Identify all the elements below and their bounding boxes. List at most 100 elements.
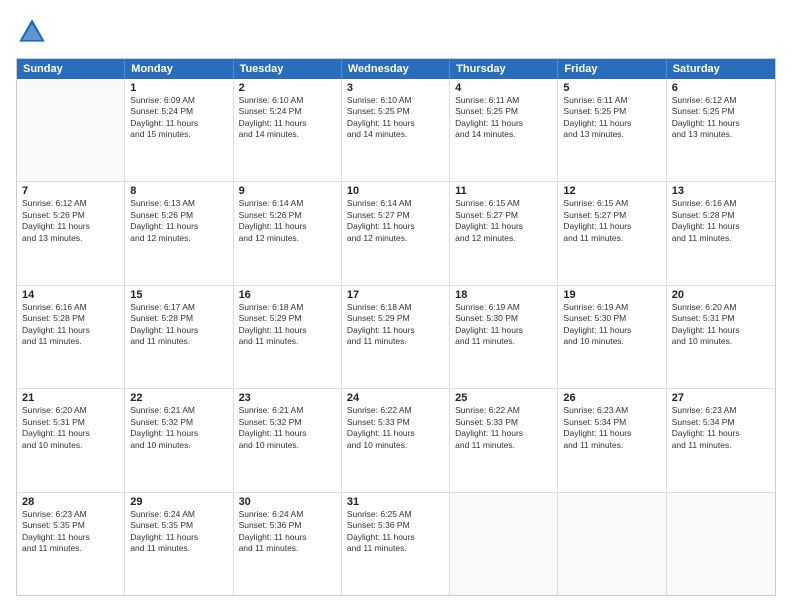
calendar-cell: 20Sunrise: 6:20 AMSunset: 5:31 PMDayligh…	[667, 286, 775, 388]
calendar-cell: 17Sunrise: 6:18 AMSunset: 5:29 PMDayligh…	[342, 286, 450, 388]
day-header-sunday: Sunday	[17, 59, 125, 79]
day-number: 16	[239, 289, 336, 301]
calendar-cell: 28Sunrise: 6:23 AMSunset: 5:35 PMDayligh…	[17, 493, 125, 595]
calendar-cell: 25Sunrise: 6:22 AMSunset: 5:33 PMDayligh…	[450, 389, 558, 491]
day-number: 8	[130, 185, 227, 197]
day-info: Sunrise: 6:14 AMSunset: 5:26 PMDaylight:…	[239, 198, 336, 244]
day-number: 14	[22, 289, 119, 301]
day-number: 26	[563, 392, 660, 404]
calendar-cell: 2Sunrise: 6:10 AMSunset: 5:24 PMDaylight…	[234, 79, 342, 181]
day-info: Sunrise: 6:19 AMSunset: 5:30 PMDaylight:…	[455, 302, 552, 348]
day-info: Sunrise: 6:23 AMSunset: 5:35 PMDaylight:…	[22, 509, 119, 555]
day-number: 31	[347, 496, 444, 508]
day-info: Sunrise: 6:21 AMSunset: 5:32 PMDaylight:…	[130, 405, 227, 451]
day-info: Sunrise: 6:14 AMSunset: 5:27 PMDaylight:…	[347, 198, 444, 244]
day-info: Sunrise: 6:16 AMSunset: 5:28 PMDaylight:…	[672, 198, 770, 244]
day-number: 3	[347, 82, 444, 94]
day-number: 19	[563, 289, 660, 301]
day-info: Sunrise: 6:25 AMSunset: 5:36 PMDaylight:…	[347, 509, 444, 555]
day-number: 23	[239, 392, 336, 404]
day-info: Sunrise: 6:20 AMSunset: 5:31 PMDaylight:…	[672, 302, 770, 348]
day-info: Sunrise: 6:18 AMSunset: 5:29 PMDaylight:…	[347, 302, 444, 348]
day-info: Sunrise: 6:19 AMSunset: 5:30 PMDaylight:…	[563, 302, 660, 348]
calendar-cell: 1Sunrise: 6:09 AMSunset: 5:24 PMDaylight…	[125, 79, 233, 181]
calendar-cell: 8Sunrise: 6:13 AMSunset: 5:26 PMDaylight…	[125, 182, 233, 284]
calendar-cell	[17, 79, 125, 181]
day-number: 10	[347, 185, 444, 197]
day-info: Sunrise: 6:23 AMSunset: 5:34 PMDaylight:…	[563, 405, 660, 451]
day-info: Sunrise: 6:24 AMSunset: 5:35 PMDaylight:…	[130, 509, 227, 555]
day-info: Sunrise: 6:10 AMSunset: 5:24 PMDaylight:…	[239, 95, 336, 141]
day-number: 21	[22, 392, 119, 404]
day-number: 29	[130, 496, 227, 508]
day-number: 17	[347, 289, 444, 301]
calendar-cell	[667, 493, 775, 595]
calendar-row-3: 14Sunrise: 6:16 AMSunset: 5:28 PMDayligh…	[17, 285, 775, 388]
calendar-row-1: 1Sunrise: 6:09 AMSunset: 5:24 PMDaylight…	[17, 79, 775, 181]
calendar-cell: 9Sunrise: 6:14 AMSunset: 5:26 PMDaylight…	[234, 182, 342, 284]
day-info: Sunrise: 6:13 AMSunset: 5:26 PMDaylight:…	[130, 198, 227, 244]
calendar-cell: 26Sunrise: 6:23 AMSunset: 5:34 PMDayligh…	[558, 389, 666, 491]
day-info: Sunrise: 6:09 AMSunset: 5:24 PMDaylight:…	[130, 95, 227, 141]
day-number: 9	[239, 185, 336, 197]
day-number: 18	[455, 289, 552, 301]
day-info: Sunrise: 6:22 AMSunset: 5:33 PMDaylight:…	[347, 405, 444, 451]
page: SundayMondayTuesdayWednesdayThursdayFrid…	[0, 0, 792, 612]
day-info: Sunrise: 6:12 AMSunset: 5:26 PMDaylight:…	[22, 198, 119, 244]
calendar-cell	[558, 493, 666, 595]
day-info: Sunrise: 6:23 AMSunset: 5:34 PMDaylight:…	[672, 405, 770, 451]
day-info: Sunrise: 6:10 AMSunset: 5:25 PMDaylight:…	[347, 95, 444, 141]
day-header-wednesday: Wednesday	[342, 59, 450, 79]
day-header-saturday: Saturday	[667, 59, 775, 79]
day-info: Sunrise: 6:11 AMSunset: 5:25 PMDaylight:…	[455, 95, 552, 141]
calendar-body: 1Sunrise: 6:09 AMSunset: 5:24 PMDaylight…	[17, 79, 775, 595]
day-number: 7	[22, 185, 119, 197]
calendar-row-2: 7Sunrise: 6:12 AMSunset: 5:26 PMDaylight…	[17, 181, 775, 284]
calendar-cell: 6Sunrise: 6:12 AMSunset: 5:25 PMDaylight…	[667, 79, 775, 181]
logo	[16, 16, 52, 48]
day-number: 28	[22, 496, 119, 508]
day-info: Sunrise: 6:16 AMSunset: 5:28 PMDaylight:…	[22, 302, 119, 348]
day-number: 27	[672, 392, 770, 404]
day-number: 13	[672, 185, 770, 197]
calendar-cell: 21Sunrise: 6:20 AMSunset: 5:31 PMDayligh…	[17, 389, 125, 491]
calendar-cell: 11Sunrise: 6:15 AMSunset: 5:27 PMDayligh…	[450, 182, 558, 284]
day-number: 2	[239, 82, 336, 94]
calendar-row-5: 28Sunrise: 6:23 AMSunset: 5:35 PMDayligh…	[17, 492, 775, 595]
day-number: 30	[239, 496, 336, 508]
calendar-cell: 24Sunrise: 6:22 AMSunset: 5:33 PMDayligh…	[342, 389, 450, 491]
calendar-cell: 30Sunrise: 6:24 AMSunset: 5:36 PMDayligh…	[234, 493, 342, 595]
day-number: 20	[672, 289, 770, 301]
calendar-cell: 12Sunrise: 6:15 AMSunset: 5:27 PMDayligh…	[558, 182, 666, 284]
calendar-cell: 19Sunrise: 6:19 AMSunset: 5:30 PMDayligh…	[558, 286, 666, 388]
day-number: 4	[455, 82, 552, 94]
day-info: Sunrise: 6:17 AMSunset: 5:28 PMDaylight:…	[130, 302, 227, 348]
header	[16, 16, 776, 48]
day-info: Sunrise: 6:18 AMSunset: 5:29 PMDaylight:…	[239, 302, 336, 348]
day-number: 5	[563, 82, 660, 94]
day-info: Sunrise: 6:15 AMSunset: 5:27 PMDaylight:…	[563, 198, 660, 244]
day-header-monday: Monday	[125, 59, 233, 79]
calendar-cell: 13Sunrise: 6:16 AMSunset: 5:28 PMDayligh…	[667, 182, 775, 284]
calendar-cell: 16Sunrise: 6:18 AMSunset: 5:29 PMDayligh…	[234, 286, 342, 388]
calendar-cell: 4Sunrise: 6:11 AMSunset: 5:25 PMDaylight…	[450, 79, 558, 181]
calendar-row-4: 21Sunrise: 6:20 AMSunset: 5:31 PMDayligh…	[17, 388, 775, 491]
day-info: Sunrise: 6:21 AMSunset: 5:32 PMDaylight:…	[239, 405, 336, 451]
calendar: SundayMondayTuesdayWednesdayThursdayFrid…	[16, 58, 776, 596]
calendar-cell: 15Sunrise: 6:17 AMSunset: 5:28 PMDayligh…	[125, 286, 233, 388]
calendar-cell: 3Sunrise: 6:10 AMSunset: 5:25 PMDaylight…	[342, 79, 450, 181]
day-header-tuesday: Tuesday	[234, 59, 342, 79]
calendar-cell: 18Sunrise: 6:19 AMSunset: 5:30 PMDayligh…	[450, 286, 558, 388]
calendar-cell: 7Sunrise: 6:12 AMSunset: 5:26 PMDaylight…	[17, 182, 125, 284]
calendar-cell: 14Sunrise: 6:16 AMSunset: 5:28 PMDayligh…	[17, 286, 125, 388]
calendar-header: SundayMondayTuesdayWednesdayThursdayFrid…	[17, 59, 775, 79]
logo-icon	[16, 16, 48, 48]
calendar-cell: 27Sunrise: 6:23 AMSunset: 5:34 PMDayligh…	[667, 389, 775, 491]
day-info: Sunrise: 6:24 AMSunset: 5:36 PMDaylight:…	[239, 509, 336, 555]
calendar-cell: 29Sunrise: 6:24 AMSunset: 5:35 PMDayligh…	[125, 493, 233, 595]
day-number: 25	[455, 392, 552, 404]
day-header-friday: Friday	[558, 59, 666, 79]
calendar-cell: 10Sunrise: 6:14 AMSunset: 5:27 PMDayligh…	[342, 182, 450, 284]
day-number: 15	[130, 289, 227, 301]
day-info: Sunrise: 6:15 AMSunset: 5:27 PMDaylight:…	[455, 198, 552, 244]
